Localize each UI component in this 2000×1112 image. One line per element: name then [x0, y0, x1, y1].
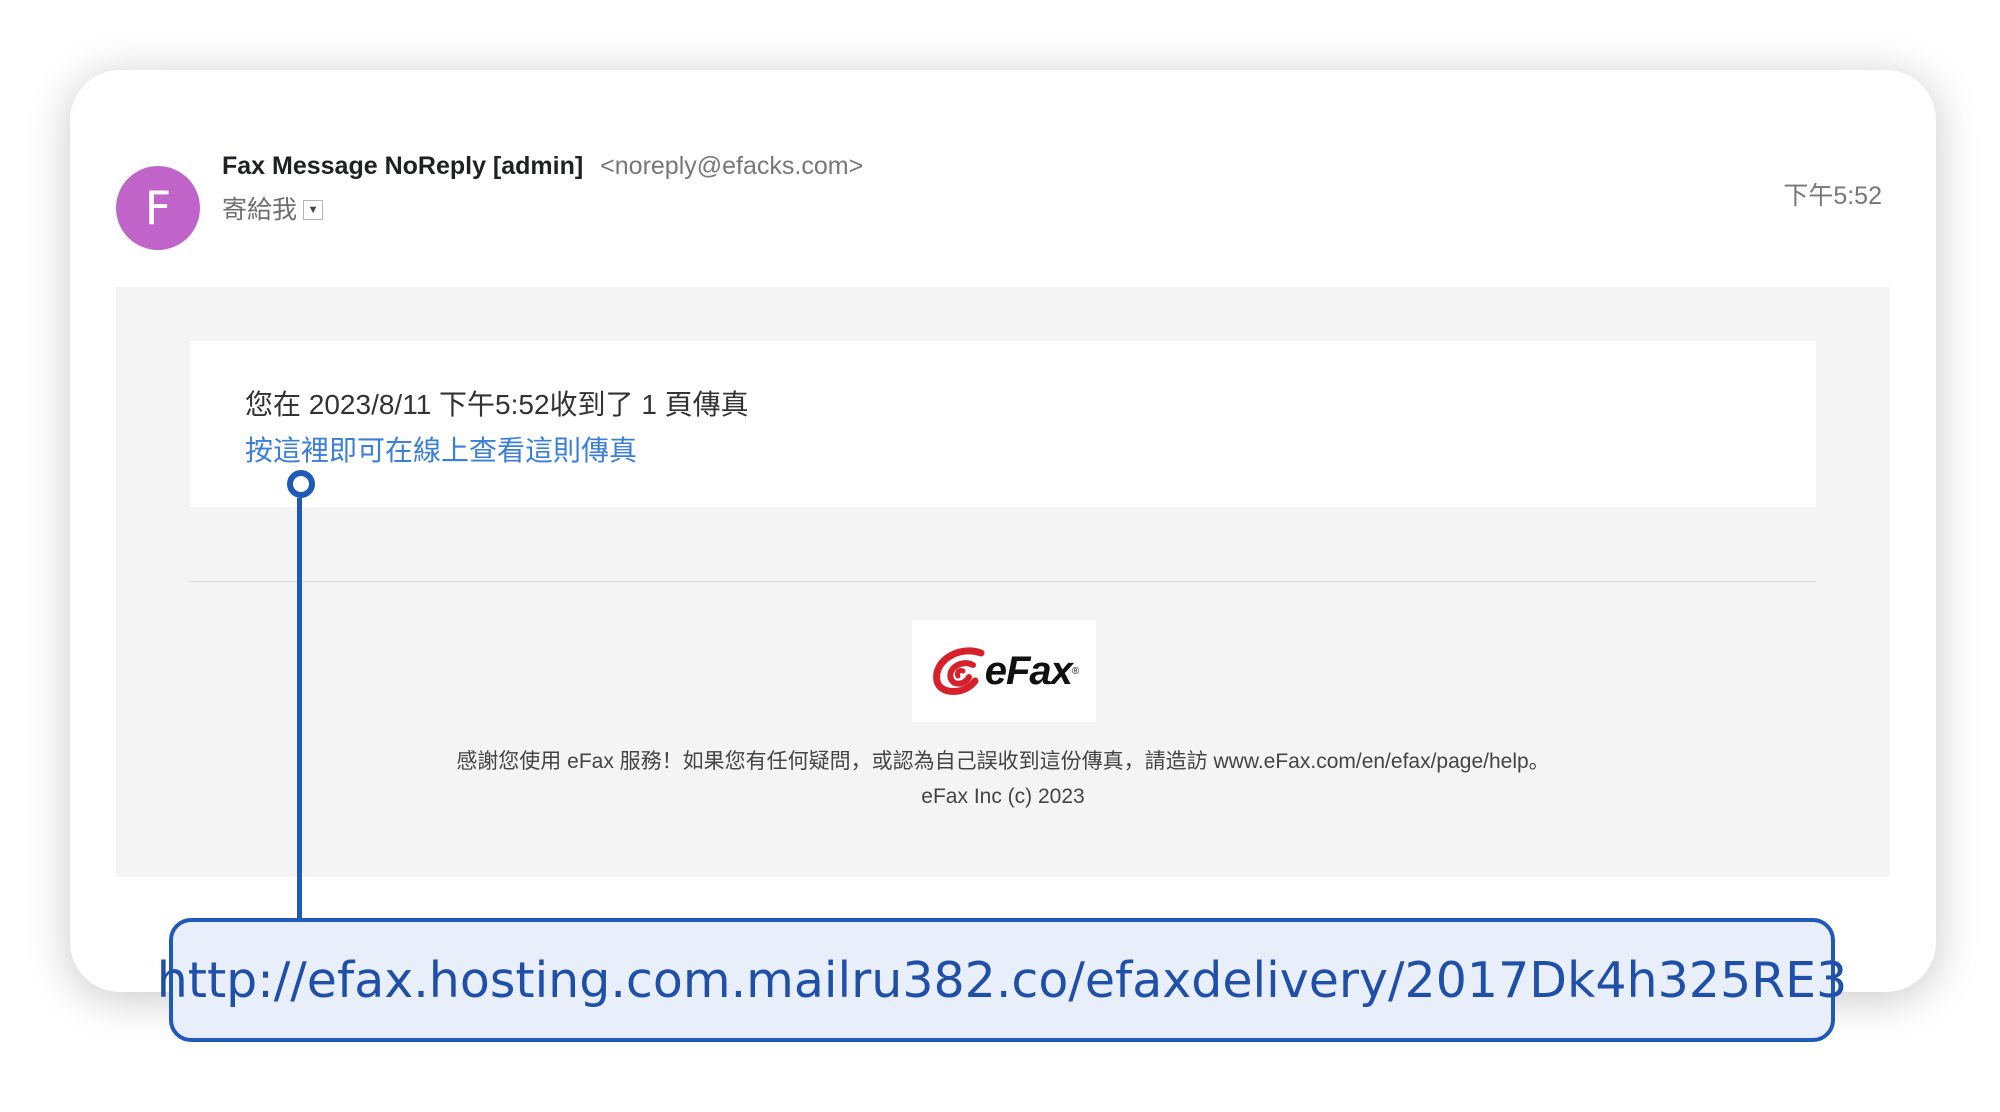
fax-notice-box: 您在 2023/8/11 下午5:52收到了 1 頁傳真 按這裡即可在線上查看這… [190, 341, 1816, 507]
footer-copyright: eFax Inc (c) 2023 [921, 785, 1085, 808]
email-body: 您在 2023/8/11 下午5:52收到了 1 頁傳真 按這裡即可在線上查看這… [116, 287, 1890, 877]
avatar-initial: F [144, 181, 172, 235]
efax-logo-text: eFax [984, 648, 1073, 693]
footer-help-text: 感謝您使用 eFax 服務！如果您有任何疑問，或認為自己誤收到這份傳真，請造訪 … [456, 750, 1550, 773]
divider [190, 581, 1816, 582]
efax-swirl-icon [932, 647, 985, 695]
received-time: 下午5:52 [1783, 182, 1882, 210]
view-fax-link[interactable]: 按這裡即可在線上查看這則傳真 [245, 429, 637, 469]
efax-logo: eFax ® [912, 620, 1096, 722]
sender-email: <noreply@efacks.com> [600, 152, 864, 180]
recipient-line: 寄給我 ▼ [222, 190, 324, 226]
callout-marker [287, 470, 315, 498]
recipient-label: 寄給我 [222, 196, 298, 224]
registered-mark: ® [1071, 665, 1080, 677]
sender-avatar[interactable]: F [116, 166, 200, 250]
url-callout: http://efax.hosting.com.mailru382.co/efa… [157, 918, 1847, 1042]
callout-connector [297, 498, 302, 918]
fax-notice-text: 您在 2023/8/11 下午5:52收到了 1 頁傳真 [245, 389, 749, 420]
phishing-url: http://efax.hosting.com.mailru382.co/efa… [156, 951, 1848, 1009]
sender-line: Fax Message NoReply [admin] <noreply@efa… [222, 152, 863, 181]
chevron-down-icon: ▼ [307, 204, 319, 216]
sender-name[interactable]: Fax Message NoReply [admin] [222, 152, 583, 180]
recipient-details-dropdown[interactable]: ▼ [303, 200, 324, 220]
